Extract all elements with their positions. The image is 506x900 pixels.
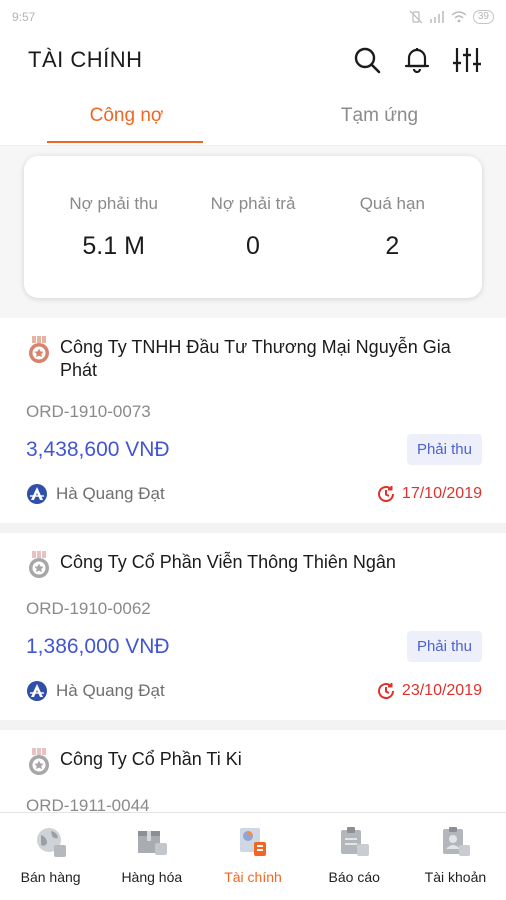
- summary-section: Nợ phải thu 5.1 M Nợ phải trả 0 Quá hạn …: [0, 146, 506, 318]
- notification-button[interactable]: [400, 43, 434, 77]
- status-icons: 39: [409, 10, 494, 24]
- avatar: [27, 681, 47, 701]
- card-footer: Hà Quang Đạt 23/10/2019: [26, 680, 482, 702]
- debt-list: Công Ty TNHH Đầu Tư Thương Mại Nguyễn Gi…: [0, 318, 506, 834]
- summary-payable[interactable]: Nợ phải trả 0: [183, 194, 322, 261]
- nav-label: Hàng hóa: [121, 869, 183, 885]
- assignee: Hà Quang Đạt: [26, 680, 165, 702]
- account-icon: [443, 827, 471, 856]
- nav-label: Tài khoản: [424, 869, 487, 885]
- nav-tai-khoan[interactable]: Tài khoản: [405, 813, 506, 900]
- company-name: Công Ty Cổ Phần Ti Ki: [60, 749, 242, 769]
- summary-label: Nợ phải trả: [210, 193, 296, 213]
- summary-overdue[interactable]: Quá hạn 2: [323, 194, 462, 261]
- nav-bao-cao[interactable]: Báo cáo: [304, 813, 405, 900]
- amount-row: 3,438,600 VNĐ Phải thu: [26, 434, 482, 465]
- order-code: ORD-1910-0073: [26, 402, 151, 421]
- page-title: TÀI CHÍNH: [28, 47, 143, 72]
- tab-bar: Công nợ Tạm ứng: [0, 86, 506, 146]
- clock-icon: [377, 683, 394, 699]
- header-actions: [350, 43, 484, 77]
- order-code: ORD-1910-0062: [26, 599, 151, 618]
- globe-icon: [36, 828, 66, 857]
- list-item[interactable]: Công Ty Cổ Phần Viễn Thông Thiên Ngân OR…: [0, 533, 506, 720]
- search-button[interactable]: [350, 43, 384, 77]
- summary-value: 2: [385, 231, 400, 260]
- clock-icon: [377, 486, 394, 502]
- filter-button[interactable]: [450, 43, 484, 77]
- tab-tam-ung[interactable]: Tạm ứng: [253, 86, 506, 145]
- summary-card: Nợ phải thu 5.1 M Nợ phải trả 0 Quá hạn …: [24, 156, 482, 298]
- status-badge: Phải thu: [406, 434, 482, 465]
- silver-medal-icon: [29, 551, 49, 578]
- signal-icon: [429, 11, 444, 23]
- box-icon: [137, 831, 167, 855]
- status-bar: 9:57 39: [0, 0, 506, 34]
- card-title-row: Công Ty TNHH Đầu Tư Thương Mại Nguyễn Gi…: [26, 336, 482, 382]
- summary-receivable[interactable]: Nợ phải thu 5.1 M: [44, 194, 183, 261]
- summary-value: 5.1 M: [82, 231, 145, 260]
- avatar: [27, 484, 47, 504]
- list-item[interactable]: Công Ty TNHH Đầu Tư Thương Mại Nguyễn Gi…: [0, 318, 506, 523]
- due-date: 23/10/2019: [376, 681, 482, 701]
- nav-label: Tài chính: [224, 869, 282, 885]
- nav-label: Bán hàng: [20, 869, 81, 885]
- card-title-row: Công Ty Cổ Phần Viễn Thông Thiên Ngân: [26, 551, 482, 579]
- company-name: Công Ty TNHH Đầu Tư Thương Mại Nguyễn Gi…: [60, 337, 451, 380]
- bronze-medal-icon: [29, 336, 49, 363]
- vibrate-off-icon: [409, 10, 423, 24]
- app-header: TÀI CHÍNH: [0, 34, 506, 86]
- wifi-icon: [451, 11, 467, 23]
- card-footer: Hà Quang Đạt 17/10/2019: [26, 483, 482, 505]
- bottom-nav: Bán hàng Hàng hóa Tài chính Báo cáo Tài …: [0, 812, 506, 900]
- assignee-name: Hà Quang Đạt: [56, 681, 165, 700]
- nav-label: Báo cáo: [328, 869, 380, 885]
- battery-indicator: 39: [472, 10, 494, 24]
- nav-ban-hang[interactable]: Bán hàng: [0, 813, 101, 900]
- tab-cong-no[interactable]: Công nợ: [0, 86, 253, 145]
- card-title-row: Công Ty Cổ Phần Ti Ki: [26, 748, 482, 776]
- amount: 3,438,600 VNĐ: [26, 437, 170, 461]
- amount: 1,386,000 VNĐ: [26, 634, 170, 658]
- filter-sliders-icon: [453, 48, 481, 72]
- summary-label: Quá hạn: [359, 193, 425, 213]
- due-date: 17/10/2019: [376, 484, 482, 504]
- bell-icon: [404, 48, 430, 74]
- nav-hang-hoa[interactable]: Hàng hóa: [101, 813, 202, 900]
- assignee: Hà Quang Đạt: [26, 483, 165, 505]
- summary-value: 0: [246, 231, 260, 260]
- status-time: 9:57: [12, 10, 36, 24]
- report-icon: [341, 827, 370, 856]
- due-date-text: 23/10/2019: [401, 682, 482, 699]
- finance-icon: [240, 828, 266, 856]
- summary-label: Nợ phải thu: [69, 193, 158, 213]
- amount-row: 1,386,000 VNĐ Phải thu: [26, 631, 482, 662]
- assignee-name: Hà Quang Đạt: [56, 484, 165, 503]
- silver-medal-icon: [29, 748, 49, 775]
- search-icon: [354, 47, 381, 74]
- status-badge: Phải thu: [406, 631, 482, 662]
- nav-tai-chinh[interactable]: Tài chính: [202, 813, 303, 900]
- due-date-text: 17/10/2019: [401, 485, 482, 502]
- company-name: Công Ty Cổ Phần Viễn Thông Thiên Ngân: [60, 552, 396, 572]
